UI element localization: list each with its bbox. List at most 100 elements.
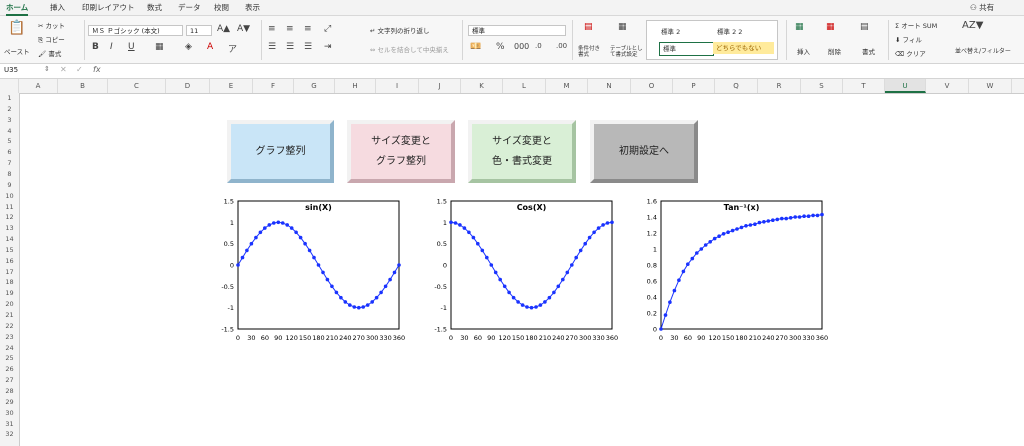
style-normal[interactable]: 標準 xyxy=(659,42,714,56)
row-header-3[interactable]: 3 xyxy=(0,115,19,126)
column-header-T[interactable]: T xyxy=(843,79,885,93)
column-header-H[interactable]: H xyxy=(335,79,376,93)
tab-home[interactable]: ホーム xyxy=(6,2,29,16)
autosum-button[interactable]: Σ オート SUM xyxy=(895,20,937,30)
column-header-G[interactable]: G xyxy=(294,79,335,93)
insert-button[interactable]: 挿入 xyxy=(797,46,810,56)
row-header-29[interactable]: 29 xyxy=(0,397,19,408)
row-header-28[interactable]: 28 xyxy=(0,386,19,397)
arctan-chart[interactable]: Tan⁻¹(x) 1.6 1.4 1.2 1 0.8 0.6 0.4 0.2 00 30 60 90 12… xyxy=(638,193,833,345)
comma-icon[interactable]: 000 xyxy=(514,42,529,51)
tab-view[interactable]: 表示 xyxy=(245,2,260,13)
fill-button[interactable]: ⬇ フィル xyxy=(895,34,922,44)
style-normal-2[interactable]: 標準 2 xyxy=(661,26,680,36)
paste-button[interactable]: ペースト xyxy=(4,46,30,56)
font-color-icon[interactable]: A xyxy=(207,42,213,52)
fx-icon[interactable]: fx xyxy=(93,65,101,74)
row-header-31[interactable]: 31 xyxy=(0,419,19,430)
name-box-dropdown-icon[interactable]: ⇕ xyxy=(44,65,50,73)
column-header-W[interactable]: W xyxy=(969,79,1012,93)
row-header-24[interactable]: 24 xyxy=(0,343,19,354)
resize-format-button[interactable]: サイズ変更と 色・書式変更 xyxy=(468,120,576,183)
wrap-text-button[interactable]: ↵ 文字列の折り返し xyxy=(370,25,430,35)
row-header-13[interactable]: 13 xyxy=(0,223,19,234)
column-header-R[interactable]: R xyxy=(758,79,801,93)
percent-icon[interactable]: % xyxy=(496,42,505,52)
increase-decimal-icon[interactable]: .0 xyxy=(535,42,542,50)
column-header-U[interactable]: U xyxy=(885,79,926,93)
cancel-icon[interactable]: ✕ xyxy=(60,65,67,74)
number-format-select[interactable]: 標準 xyxy=(468,25,566,36)
reset-button[interactable]: 初期設定へ xyxy=(590,120,698,183)
column-header-L[interactable]: L xyxy=(503,79,546,93)
format-painter-button[interactable]: 🖌 書式 xyxy=(38,48,61,58)
tab-data[interactable]: データ xyxy=(178,2,201,13)
bold-icon[interactable]: B xyxy=(92,42,99,52)
column-header-N[interactable]: N xyxy=(588,79,631,93)
row-header-21[interactable]: 21 xyxy=(0,310,19,321)
row-header-6[interactable]: 6 xyxy=(0,147,19,158)
column-header-M[interactable]: M xyxy=(546,79,588,93)
tab-review[interactable]: 校閲 xyxy=(214,2,229,13)
underline-icon[interactable]: U xyxy=(128,42,135,52)
row-header-23[interactable]: 23 xyxy=(0,332,19,343)
select-all-corner[interactable] xyxy=(0,79,19,93)
column-header-K[interactable]: K xyxy=(461,79,503,93)
resize-align-button[interactable]: サイズ変更と グラフ整列 xyxy=(347,120,455,183)
align-middle-icon[interactable]: ≡ xyxy=(286,24,294,34)
row-header-11[interactable]: 11 xyxy=(0,202,19,213)
sort-filter-button[interactable]: 並べ替え/フィルター xyxy=(955,46,1011,55)
cut-button[interactable]: ✂ カット xyxy=(38,20,65,30)
name-box[interactable]: U35 xyxy=(4,66,44,74)
row-header-20[interactable]: 20 xyxy=(0,299,19,310)
italic-icon[interactable]: I xyxy=(110,42,113,52)
column-header-B[interactable]: B xyxy=(58,79,108,93)
tab-formulas[interactable]: 数式 xyxy=(147,2,162,13)
column-header-Q[interactable]: Q xyxy=(715,79,758,93)
align-center-icon[interactable]: ☰ xyxy=(286,42,294,52)
grow-font-icon[interactable]: A▲ xyxy=(217,24,230,34)
shrink-font-icon[interactable]: A▼ xyxy=(237,24,250,34)
row-header-14[interactable]: 14 xyxy=(0,234,19,245)
share-button[interactable]: ⚇ 共有 xyxy=(970,2,994,13)
style-normal-2-2[interactable]: 標準 2 2 xyxy=(717,26,742,36)
row-header-26[interactable]: 26 xyxy=(0,364,19,375)
row-header-19[interactable]: 19 xyxy=(0,288,19,299)
font-name-select[interactable]: ＭＳ Ｐゴシック (本文) xyxy=(88,25,183,36)
column-header-O[interactable]: O xyxy=(631,79,673,93)
row-header-2[interactable]: 2 xyxy=(0,104,19,115)
conditional-format-button[interactable]: 条件付き書式 xyxy=(578,46,604,58)
column-header-V[interactable]: V xyxy=(926,79,969,93)
row-header-16[interactable]: 16 xyxy=(0,256,19,267)
row-header-4[interactable]: 4 xyxy=(0,126,19,137)
indent-icon[interactable]: ⇥ xyxy=(324,42,332,52)
tab-page-layout[interactable]: 印刷レイアウト xyxy=(82,2,135,13)
delete-button[interactable]: 削除 xyxy=(828,46,841,56)
column-header-C[interactable]: C xyxy=(108,79,166,93)
format-button[interactable]: 書式 xyxy=(862,46,875,56)
confirm-icon[interactable]: ✓ xyxy=(76,65,83,74)
font-size-select[interactable]: 11 xyxy=(186,25,212,36)
align-right-icon[interactable]: ☰ xyxy=(304,42,312,52)
row-header-8[interactable]: 8 xyxy=(0,169,19,180)
fill-color-icon[interactable]: ◈ xyxy=(185,42,192,52)
column-header-I[interactable]: I xyxy=(376,79,419,93)
sin-chart[interactable]: sin(X)1.510.50-0.5-1-1.50 30 60 90 120 150 180… xyxy=(215,193,410,345)
row-header-18[interactable]: 18 xyxy=(0,277,19,288)
column-header-J[interactable]: J xyxy=(419,79,461,93)
align-left-icon[interactable]: ☰ xyxy=(268,42,276,52)
clear-button[interactable]: ⌫ クリア xyxy=(895,48,926,58)
style-neutral[interactable]: どちらでもない xyxy=(713,42,774,54)
align-graphs-button[interactable]: グラフ整列 xyxy=(227,120,334,183)
row-header-7[interactable]: 7 xyxy=(0,158,19,169)
column-header-A[interactable]: A xyxy=(19,79,58,93)
row-header-1[interactable]: 1 xyxy=(0,93,19,104)
row-header-9[interactable]: 9 xyxy=(0,180,19,191)
border-icon[interactable]: ▦ xyxy=(155,42,164,52)
decrease-decimal-icon[interactable]: .00 xyxy=(556,42,567,50)
row-header-10[interactable]: 10 xyxy=(0,191,19,202)
row-header-17[interactable]: 17 xyxy=(0,267,19,278)
column-header-E[interactable]: E xyxy=(210,79,253,93)
row-header-30[interactable]: 30 xyxy=(0,408,19,419)
formula-input[interactable] xyxy=(110,64,1024,78)
